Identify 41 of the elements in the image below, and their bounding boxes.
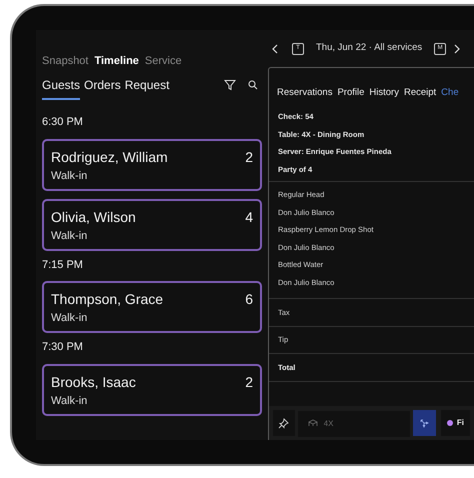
detail-tab[interactable]: Che [441,78,459,108]
detail-tab[interactable]: Profile [337,78,364,108]
time-heading: 7:30 PM [42,340,84,355]
search-icon[interactable] [248,80,258,90]
guest-name: Rodriguez, William [51,148,168,167]
guest-source: Walk-in [51,311,88,326]
detail-tab[interactable]: Receipt [404,78,436,108]
view-tab[interactable]: Service [144,46,182,76]
next-icon[interactable] [454,44,460,54]
guest-list-tab[interactable]: Orders [84,76,121,100]
table-field[interactable]: 4X [298,410,410,436]
view-tab[interactable]: Timeline [94,46,139,76]
move-button[interactable] [412,410,436,436]
status-button[interactable]: Fi [440,410,470,436]
guest-card[interactable]: Thompson, Grace 6 Walk-in [42,281,262,333]
pin-button[interactable] [273,410,295,436]
guest-list-tab[interactable]: Request [124,76,170,100]
party-size: 2 [245,148,253,166]
filter-icon[interactable] [224,79,236,91]
time-heading: 6:30 PM [42,115,84,130]
detail-tab[interactable]: Reservations [277,78,332,108]
guest-name: Olivia, Wilson [51,208,136,226]
party-size: 6 [245,290,253,309]
view-tab[interactable]: Snapshot [42,46,88,76]
guest-name: Thompson, Grace [51,290,164,309]
guest-card[interactable]: Brooks, Isaac 2 Walk-in [42,364,262,416]
party-size: 4 [245,208,253,226]
guest-source: Walk-in [51,168,88,184]
guest-card[interactable]: Olivia, Wilson 4 Walk-in [42,198,262,250]
guest-name: Brooks, Isaac [51,372,136,392]
guest-source: Walk-in [51,228,88,244]
pin-icon [278,418,290,428]
move-icon [419,418,430,428]
party-size: 2 [245,372,253,392]
guest-card[interactable]: Rodriguez, William 2 Walk-in [42,138,262,190]
guest-source: Walk-in [51,394,88,408]
date-selector[interactable]: Thu, Jun 22 · All services [316,41,422,56]
time-heading: 7:15 PM [42,258,84,272]
guest-list-tab[interactable]: Guests [42,76,80,100]
previous-icon[interactable] [272,44,278,54]
detail-tab[interactable]: History [369,78,399,108]
